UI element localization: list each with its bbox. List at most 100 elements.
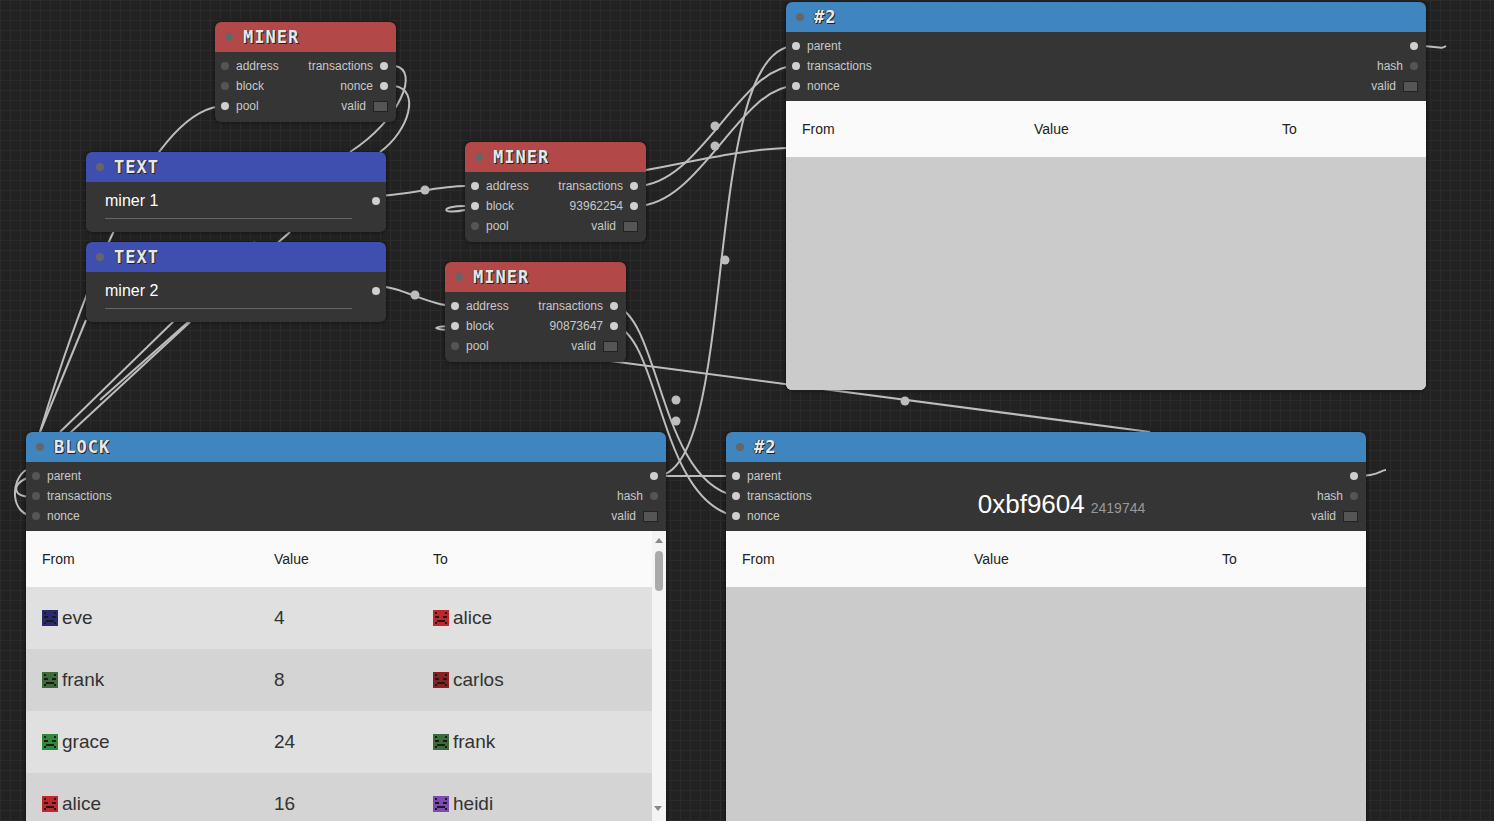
node-header[interactable]: MINER	[465, 142, 646, 172]
output-slot[interactable]	[1410, 36, 1418, 56]
slot-dot-icon[interactable]	[471, 202, 479, 210]
slot-dot-icon[interactable]	[451, 342, 459, 350]
collapse-dot-icon[interactable]	[36, 443, 44, 451]
valid-slot[interactable]: valid	[1311, 506, 1358, 526]
text-node[interactable]: TEXT miner 1	[86, 152, 386, 232]
input-slot[interactable]: transactions	[792, 56, 872, 76]
valid-slot[interactable]: valid	[341, 96, 388, 116]
slot-dot-icon[interactable]	[221, 102, 229, 110]
slot-dot-icon[interactable]	[792, 42, 800, 50]
collapse-dot-icon[interactable]	[455, 273, 463, 281]
slot-dot-icon[interactable]	[792, 62, 800, 70]
link-wire[interactable]	[656, 475, 735, 477]
link-midpoint[interactable]	[672, 417, 681, 426]
link-midpoint[interactable]	[711, 122, 720, 131]
link-wire[interactable]	[40, 320, 86, 432]
scroll-up-icon[interactable]	[652, 535, 666, 545]
slot-dot-icon[interactable]	[221, 62, 229, 70]
slot-dot-icon[interactable]	[732, 472, 740, 480]
slot-dot-icon[interactable]	[1410, 62, 1418, 70]
slot-dot-icon[interactable]	[372, 197, 380, 205]
valid-checkbox[interactable]	[623, 221, 638, 232]
miner-node[interactable]: MINER address block pool transactions 90…	[445, 262, 626, 362]
output-slot[interactable]: transactions	[308, 56, 388, 76]
valid-checkbox[interactable]	[603, 341, 618, 352]
slot-dot-icon[interactable]	[1350, 492, 1358, 500]
link-wire[interactable]	[376, 186, 465, 196]
slot-dot-icon[interactable]	[610, 302, 618, 310]
output-slot[interactable]: 90873647	[550, 316, 618, 336]
collapse-dot-icon[interactable]	[96, 253, 104, 261]
slot-dot-icon[interactable]	[792, 82, 800, 90]
input-slot[interactable]: address	[451, 296, 509, 316]
text-field[interactable]: miner 2	[105, 280, 352, 309]
block-node[interactable]: #2 parent transactions nonce hash valid …	[786, 2, 1426, 390]
miner-node[interactable]: MINER address block pool transactions 93…	[465, 142, 646, 242]
link-wire[interactable]	[446, 206, 465, 212]
slot-dot-icon[interactable]	[32, 492, 40, 500]
scroll-down-icon[interactable]	[651, 804, 665, 814]
slot-dot-icon[interactable]	[32, 512, 40, 520]
link-midpoint[interactable]	[421, 186, 430, 195]
output-slot[interactable]	[1350, 466, 1358, 486]
collapse-dot-icon[interactable]	[796, 13, 804, 21]
input-slot[interactable]: pool	[221, 96, 279, 116]
input-slot[interactable]: transactions	[732, 486, 812, 506]
node-header[interactable]: TEXT	[86, 152, 386, 182]
link-wire[interactable]	[656, 46, 795, 476]
slot-dot-icon[interactable]	[630, 202, 638, 210]
block-node[interactable]: #2 parent transactions nonce 0xbf9604 24…	[726, 432, 1366, 821]
collapse-dot-icon[interactable]	[736, 443, 744, 451]
input-slot[interactable]: block	[451, 316, 509, 336]
input-slot[interactable]: pool	[451, 336, 509, 356]
scroll-thumb[interactable]	[655, 551, 663, 591]
valid-checkbox[interactable]	[643, 511, 658, 522]
slot-dot-icon[interactable]	[1350, 472, 1358, 480]
slot-dot-icon[interactable]	[630, 182, 638, 190]
input-slot[interactable]: parent	[32, 466, 112, 486]
slot-dot-icon[interactable]	[451, 302, 459, 310]
table-row[interactable]: eve 4 alice	[26, 587, 652, 649]
link-wire[interactable]	[376, 286, 455, 306]
table-row[interactable]: alice 16 heidi	[26, 773, 652, 821]
node-header[interactable]: #2	[786, 2, 1426, 32]
slot-dot-icon[interactable]	[221, 82, 229, 90]
slot-dot-icon[interactable]	[610, 322, 618, 330]
valid-checkbox[interactable]	[1343, 511, 1358, 522]
link-midpoint[interactable]	[672, 396, 681, 405]
slot-dot-icon[interactable]	[650, 472, 658, 480]
input-slot[interactable]: parent	[732, 466, 812, 486]
link-wire[interactable]	[636, 86, 795, 206]
valid-slot[interactable]: valid	[591, 216, 638, 236]
output-slot[interactable]: nonce	[340, 76, 388, 96]
node-header[interactable]: TEXT	[86, 242, 386, 272]
block-node[interactable]: BLOCK parent transactions nonce hash val…	[26, 432, 666, 821]
valid-slot[interactable]: valid	[1371, 76, 1418, 96]
input-slot[interactable]: nonce	[732, 506, 812, 526]
collapse-dot-icon[interactable]	[475, 153, 483, 161]
slot-dot-icon[interactable]	[650, 492, 658, 500]
collapse-dot-icon[interactable]	[225, 33, 233, 41]
collapse-dot-icon[interactable]	[96, 163, 104, 171]
node-header[interactable]: MINER	[215, 22, 396, 52]
miner-node[interactable]: MINER address block pool transactions no…	[215, 22, 396, 122]
slot-dot-icon[interactable]	[380, 82, 388, 90]
slot-dot-icon[interactable]	[471, 182, 479, 190]
valid-checkbox[interactable]	[1403, 81, 1418, 92]
input-slot[interactable]: nonce	[32, 506, 112, 526]
input-slot[interactable]: block	[471, 196, 529, 216]
output-slot[interactable]: transactions	[558, 176, 638, 196]
output-slot[interactable]: hash	[1377, 56, 1418, 76]
input-slot[interactable]: address	[221, 56, 279, 76]
slot-dot-icon[interactable]	[451, 322, 459, 330]
link-wire[interactable]	[636, 66, 795, 186]
valid-slot[interactable]: valid	[571, 336, 618, 356]
node-header[interactable]: MINER	[445, 262, 626, 292]
table-row[interactable]: grace 24 frank	[26, 711, 652, 773]
link-midpoint[interactable]	[721, 256, 730, 265]
node-header[interactable]: BLOCK	[26, 432, 666, 462]
output-slot[interactable]: 93962254	[570, 196, 638, 216]
slot-dot-icon[interactable]	[471, 222, 479, 230]
output-slot[interactable]: hash	[617, 486, 658, 506]
slot-dot-icon[interactable]	[1410, 42, 1418, 50]
